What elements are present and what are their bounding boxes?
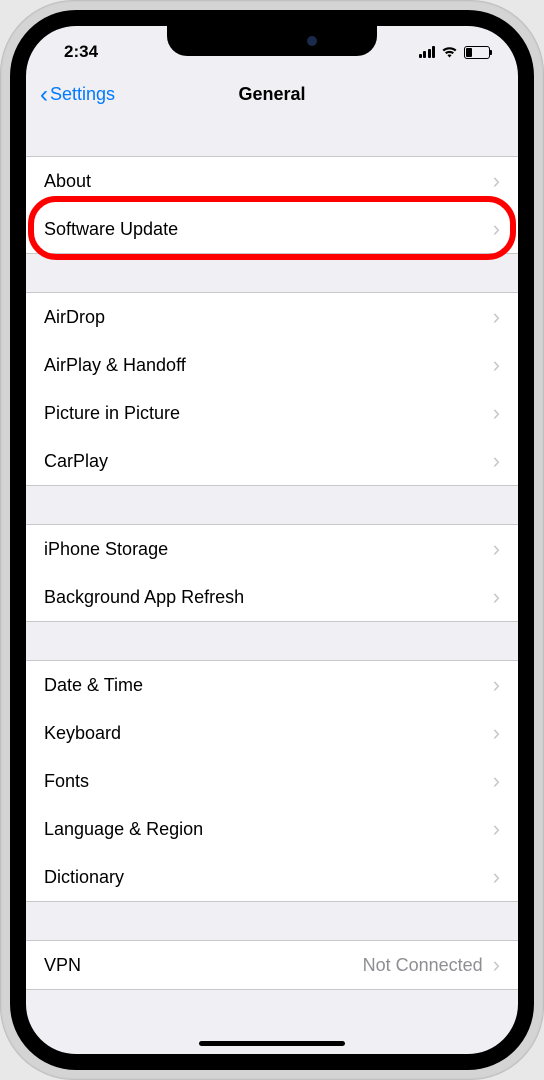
row-background-app-refresh[interactable]: Background App Refresh ›	[26, 573, 518, 621]
row-label: About	[44, 171, 91, 192]
row-airdrop[interactable]: AirDrop ›	[26, 293, 518, 341]
silence-switch	[0, 160, 1, 196]
row-fonts[interactable]: Fonts ›	[26, 757, 518, 805]
chevron-right-icon: ›	[493, 168, 500, 194]
battery-icon	[464, 46, 490, 59]
row-value: Not Connected	[363, 955, 483, 976]
phone-screen: 2:34	[26, 26, 518, 1054]
chevron-right-icon: ›	[493, 352, 500, 378]
chevron-right-icon: ›	[493, 536, 500, 562]
chevron-right-icon: ›	[493, 816, 500, 842]
row-label: Keyboard	[44, 723, 121, 744]
chevron-right-icon: ›	[493, 304, 500, 330]
row-label: Date & Time	[44, 675, 143, 696]
phone-bezel: 2:34	[10, 10, 534, 1070]
row-airplay-handoff[interactable]: AirPlay & Handoff ›	[26, 341, 518, 389]
notch	[167, 26, 377, 56]
list-group-3: Date & Time › Keyboard › Fonts › Languag…	[26, 660, 518, 902]
chevron-right-icon: ›	[493, 768, 500, 794]
row-date-time[interactable]: Date & Time ›	[26, 661, 518, 709]
section-gap	[26, 120, 518, 156]
row-label: Background App Refresh	[44, 587, 244, 608]
page-title: General	[238, 84, 305, 105]
chevron-right-icon: ›	[493, 216, 500, 242]
section-gap	[26, 622, 518, 660]
wifi-icon	[441, 46, 458, 59]
row-about[interactable]: About ›	[26, 157, 518, 205]
volume-down-button	[0, 296, 1, 358]
section-gap	[26, 254, 518, 292]
chevron-right-icon: ›	[493, 864, 500, 890]
chevron-right-icon: ›	[493, 400, 500, 426]
chevron-right-icon: ›	[493, 672, 500, 698]
section-gap	[26, 486, 518, 524]
phone-frame: 2:34	[0, 0, 544, 1080]
row-label: iPhone Storage	[44, 539, 168, 560]
row-label: Fonts	[44, 771, 89, 792]
chevron-left-icon: ‹	[40, 81, 48, 109]
list-group-0: About › Software Update ›	[26, 156, 518, 254]
nav-bar: ‹ Settings General	[26, 70, 518, 120]
back-button[interactable]: ‹ Settings	[40, 81, 115, 109]
cellular-signal-icon	[419, 46, 436, 58]
row-software-update[interactable]: Software Update ›	[26, 205, 518, 253]
row-dictionary[interactable]: Dictionary ›	[26, 853, 518, 901]
chevron-right-icon: ›	[493, 720, 500, 746]
volume-up-button	[0, 220, 1, 282]
section-gap	[26, 902, 518, 940]
row-label: AirPlay & Handoff	[44, 355, 186, 376]
row-language-region[interactable]: Language & Region ›	[26, 805, 518, 853]
row-label: VPN	[44, 955, 81, 976]
status-time: 2:34	[64, 42, 98, 62]
row-carplay[interactable]: CarPlay ›	[26, 437, 518, 485]
list-group-2: iPhone Storage › Background App Refresh …	[26, 524, 518, 622]
row-label: CarPlay	[44, 451, 108, 472]
row-vpn[interactable]: VPN Not Connected ›	[26, 941, 518, 989]
back-label: Settings	[50, 84, 115, 105]
row-iphone-storage[interactable]: iPhone Storage ›	[26, 525, 518, 573]
row-label: Software Update	[44, 219, 178, 240]
settings-content: About › Software Update › AirDrop ›	[26, 120, 518, 990]
chevron-right-icon: ›	[493, 448, 500, 474]
row-label: Language & Region	[44, 819, 203, 840]
row-picture-in-picture[interactable]: Picture in Picture ›	[26, 389, 518, 437]
row-label: AirDrop	[44, 307, 105, 328]
list-group-4: VPN Not Connected ›	[26, 940, 518, 990]
front-camera	[307, 36, 317, 46]
chevron-right-icon: ›	[493, 952, 500, 978]
row-label: Picture in Picture	[44, 403, 180, 424]
row-label: Dictionary	[44, 867, 124, 888]
list-group-1: AirDrop › AirPlay & Handoff › Picture in…	[26, 292, 518, 486]
status-indicators	[419, 46, 491, 59]
chevron-right-icon: ›	[493, 584, 500, 610]
home-indicator[interactable]	[199, 1041, 345, 1046]
row-keyboard[interactable]: Keyboard ›	[26, 709, 518, 757]
